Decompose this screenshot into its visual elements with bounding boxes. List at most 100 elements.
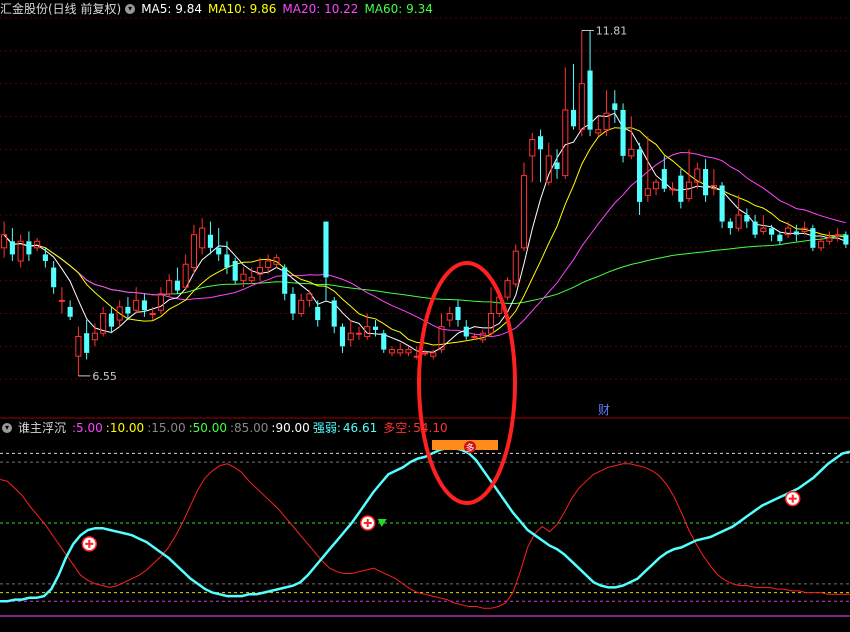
ma20-legend: MA20: 10.22 xyxy=(282,2,359,16)
candle-body xyxy=(612,103,618,110)
candle-body xyxy=(51,267,57,288)
ma60-legend: MA60: 9.34 xyxy=(364,2,433,16)
candle-body xyxy=(463,326,469,337)
candle-body xyxy=(339,326,346,347)
candle xyxy=(818,234,825,252)
candle-body xyxy=(595,129,602,134)
candle xyxy=(628,116,635,160)
candle-body xyxy=(678,175,684,202)
candle-body xyxy=(157,293,164,311)
candle xyxy=(207,221,213,255)
candle xyxy=(537,129,544,183)
candle-body xyxy=(520,175,528,249)
candle-body xyxy=(661,169,667,189)
chart-canvas: 11.81 6.55 财 多 xyxy=(0,17,850,617)
candle xyxy=(669,182,676,196)
candle xyxy=(554,149,560,179)
indicator-level: :15.00 xyxy=(147,421,186,435)
indicator-level: :90.00 xyxy=(271,421,310,435)
buy-signal-icon xyxy=(359,515,376,531)
candle xyxy=(777,231,783,245)
candle-body xyxy=(26,241,32,255)
candle-body xyxy=(108,313,114,327)
candle-body xyxy=(133,299,140,311)
candle-body xyxy=(166,280,173,295)
candle xyxy=(735,195,742,232)
candle xyxy=(9,228,15,261)
indicator-levels: :5.00:10.00:15.00:50.00:85.00:90.00 xyxy=(72,420,313,436)
candle-body xyxy=(355,332,363,335)
candle xyxy=(133,287,140,314)
ma60-line xyxy=(3,233,846,305)
dropdown-arrow-icon[interactable]: ▾ xyxy=(125,4,136,14)
candle-body xyxy=(67,306,73,317)
candle xyxy=(174,267,180,294)
candle-body xyxy=(793,231,799,235)
candle xyxy=(58,287,65,314)
candle xyxy=(290,287,296,321)
candle xyxy=(529,132,536,183)
candle xyxy=(678,169,684,209)
candle-body xyxy=(331,300,337,327)
candle xyxy=(595,116,602,137)
ma10-legend: MA10: 9.86 xyxy=(207,2,277,16)
candle-body xyxy=(628,148,635,157)
candle-body xyxy=(644,188,651,196)
candle xyxy=(331,297,337,334)
candle xyxy=(282,264,288,301)
candle-body xyxy=(149,313,156,315)
candle xyxy=(42,247,48,268)
candle-body xyxy=(430,352,437,357)
candle xyxy=(455,300,461,327)
long-short-label: 多空: xyxy=(383,421,412,435)
candle xyxy=(752,215,758,238)
indicator-series-line xyxy=(0,463,850,609)
cai-marker: 财 xyxy=(598,403,610,417)
candle-body xyxy=(298,299,305,315)
indicator-name: 谁主浮沉 xyxy=(18,421,67,435)
candle xyxy=(504,277,511,301)
candle xyxy=(487,287,495,337)
candle xyxy=(785,221,792,238)
candle xyxy=(421,349,429,357)
candle-body xyxy=(686,181,693,200)
candle-body xyxy=(421,352,429,355)
candle-body xyxy=(125,306,131,314)
candle-body xyxy=(397,349,404,354)
candle xyxy=(694,162,701,189)
main-header: 汇金股份(日线 前复权) ▾ MA5: 9.84 MA10: 9.86 MA20… xyxy=(0,1,439,17)
candle-body xyxy=(744,215,750,222)
candle-body xyxy=(190,234,197,269)
buy-signal-icon xyxy=(784,490,801,507)
candle xyxy=(834,228,841,242)
candle xyxy=(388,346,396,357)
buy-signal-icon xyxy=(81,536,98,552)
candle-body xyxy=(620,109,626,156)
candle xyxy=(315,300,321,327)
candle xyxy=(34,237,41,252)
high-label: 11.81 xyxy=(596,24,628,37)
candle xyxy=(637,142,643,215)
candle xyxy=(703,159,709,202)
candle xyxy=(108,306,114,334)
candle-body xyxy=(84,333,90,353)
candle xyxy=(405,346,412,357)
candle-body xyxy=(455,306,461,321)
candle-body xyxy=(232,260,238,281)
candle xyxy=(463,320,469,340)
candle xyxy=(744,208,750,229)
candle xyxy=(91,323,98,347)
candle-body xyxy=(347,332,354,341)
candle xyxy=(216,228,222,261)
candle xyxy=(826,231,833,245)
candle-body xyxy=(570,109,577,127)
candle-body xyxy=(637,149,643,202)
candle-body xyxy=(578,83,585,131)
candle xyxy=(190,224,197,275)
candle-body xyxy=(826,237,833,242)
indicator-level: :5.00 xyxy=(72,421,103,435)
indicator-level: :50.00 xyxy=(188,421,227,435)
dropdown-arrow-icon[interactable]: ▾ xyxy=(2,423,12,433)
strong-weak-label: 强弱: xyxy=(312,421,341,435)
candle xyxy=(520,162,528,252)
